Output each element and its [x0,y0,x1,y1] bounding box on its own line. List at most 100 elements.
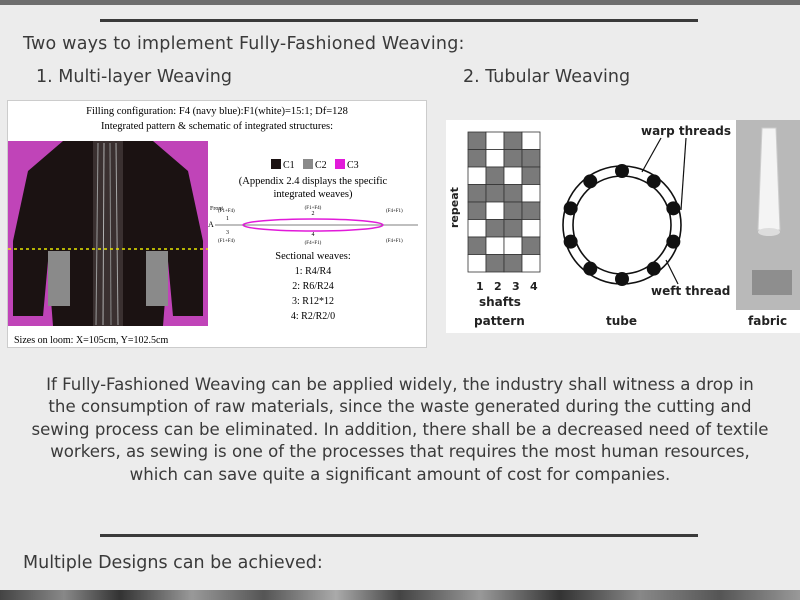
pattern-cell [521,131,541,150]
weft-arrow [665,259,679,285]
garment-pocket-left [48,251,70,306]
weave-marker: 1 [226,216,229,222]
sectional-weaves-title: Sectional weaves: [275,251,351,262]
pattern-cell [503,219,523,238]
pattern-cell [485,201,505,220]
divider-top [100,19,698,22]
shaft-number: 1 [476,280,484,293]
pattern-cell [521,236,541,255]
body-paragraph: If Fully-Fashioned Weaving can be applie… [31,375,769,484]
divider-bottom [100,534,698,537]
filling-config-text: Filling configuration: F4 (navy blue):F1… [86,106,348,117]
garment-pocket-right [146,251,168,306]
weave-item: 2: R6/R24 [292,281,333,292]
weft-dot [666,201,681,216]
point-a-label: A [208,220,214,229]
pattern-cell [467,166,487,185]
fabric-base [752,270,792,295]
warp-threads-label: warp threads [641,124,731,138]
tube-diagram [562,164,682,286]
shaft-number: 4 [530,280,538,293]
weft-dot [615,164,629,178]
tube-outer-ring [562,165,682,285]
weave-marker: 2 [312,211,315,217]
legend-swatch-c3 [335,159,345,169]
pattern-cell [521,184,541,203]
top-bar [0,0,800,5]
method-tubular-title: 2. Tubular Weaving [463,67,631,87]
pattern-cell [503,131,523,150]
weave-marker: 4 [312,232,315,238]
pattern-cell [467,236,487,255]
pattern-cell [485,184,505,203]
pattern-cell [521,166,541,185]
weave-item: 3: R12*12 [292,296,334,307]
weft-dot [563,234,578,249]
pattern-cell [521,219,541,238]
pattern-cell [485,149,505,168]
warp-arrow [680,137,687,211]
pattern-cell [521,254,541,273]
pattern-grid [467,131,541,273]
pattern-cell [521,201,541,220]
weft-dot [583,261,598,276]
pattern-cell [503,166,523,185]
design-photos-strip [0,590,800,600]
pattern-cell [503,184,523,203]
pattern-cell [485,131,505,150]
weave-marker: 3 [226,230,229,236]
pattern-cell [467,254,487,273]
repeat-label: repeat [448,187,461,228]
section-heading: Two ways to implement Fully-Fashioned We… [23,34,465,54]
pattern-cell [467,219,487,238]
pattern-cell [467,201,487,220]
shaft-number: 3 [512,280,520,293]
legend-label-c1: C1 [283,160,295,171]
legend-label-c2: C2 [315,160,327,171]
tube-label: tube [606,314,637,328]
pattern-cell [503,254,523,273]
pattern-label: pattern [474,314,525,328]
pattern-cell [503,236,523,255]
weave-item: 4: R2/R2/0 [291,311,335,322]
pattern-cell [485,236,505,255]
pattern-cell [467,149,487,168]
layer-label: (F1+F4) [305,206,322,211]
weft-dot [615,272,629,286]
multilayer-figure: Filling configuration: F4 (navy blue):F1… [7,100,427,348]
weave-item: 1: R4/R4 [295,266,331,277]
layer-label: (F4+F1) [386,239,403,244]
legend-swatch-c2 [303,159,313,169]
legend-label-c3: C3 [347,160,359,171]
designs-heading: Multiple Designs can be achieved: [23,553,323,573]
tubular-figure: repeat 1 2 3 4 shafts pattern warp threa… [446,120,800,333]
pattern-cell [503,149,523,168]
appendix-note-line1: (Appendix 2.4 displays the specific [239,176,388,187]
method-multilayer-title: 1. Multi-layer Weaving [36,67,233,87]
weft-dot [563,201,578,216]
layer-label: (F4+F1) [386,209,403,214]
weft-thread-label: weft thread [651,284,730,298]
layer-label: (F1+F4) [218,239,235,244]
fabric-label: fabric [748,314,787,328]
tube-inner-ring [572,175,672,275]
pattern-cell [467,184,487,203]
appendix-note-line2: integrated weaves) [273,189,353,200]
weft-dot [646,174,661,189]
multilayer-figure-svg: Filling configuration: F4 (navy blue):F1… [8,106,418,346]
pattern-cell [521,149,541,168]
figure-caption: Integrated pattern & schematic of integr… [101,121,333,132]
shafts-label: shafts [479,295,521,309]
legend-swatch-c1 [271,159,281,169]
pattern-cell [485,219,505,238]
fabric-tube-end [758,228,780,236]
weft-dot [583,174,598,189]
pattern-cell [485,254,505,273]
tubular-figure-svg: repeat 1 2 3 4 shafts pattern warp threa… [448,120,800,328]
warp-arrow [641,137,662,173]
fabric-tube [757,127,781,231]
loom-sizes: Sizes on loom: X=105cm, Y=102.5cm [14,335,168,346]
layer-label: (F1+F4) [218,209,235,214]
shaft-number: 2 [494,280,502,293]
layer-label: (F4+F1) [305,241,322,246]
